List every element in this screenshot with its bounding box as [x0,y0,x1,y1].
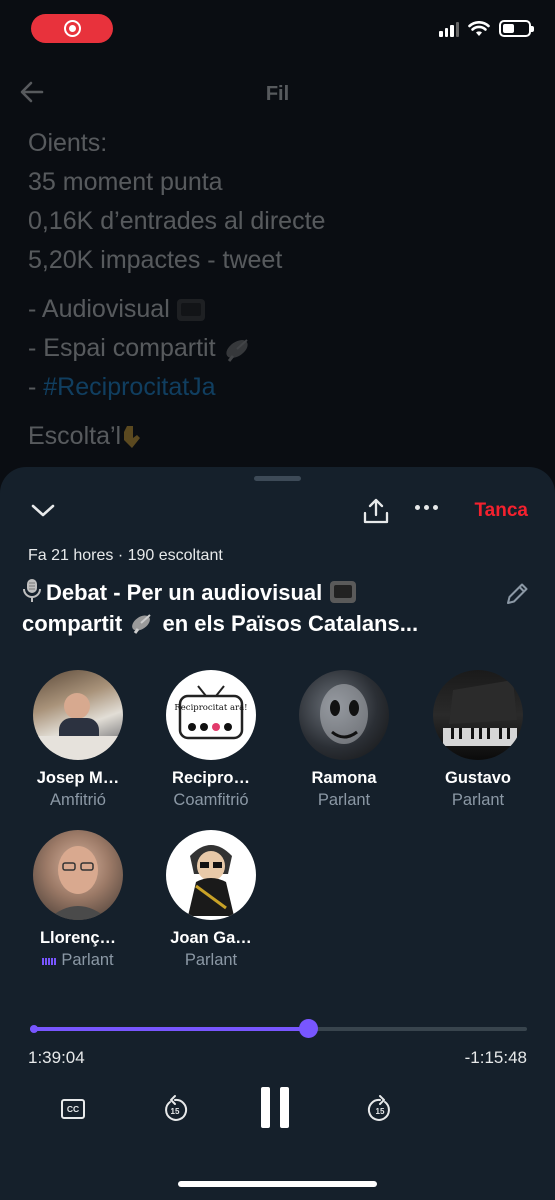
speaker-card[interactable]: Joan Ga… Parlant [151,830,271,970]
microphone-emoji-icon [23,579,41,602]
speaker-card[interactable]: Llorenç… Parlant [18,830,138,970]
sheet-handle[interactable] [254,476,301,481]
elapsed-time: 1:39:04 [28,1048,85,1067]
avatar[interactable] [433,670,523,760]
playback-controls: CC 15 15 [0,1087,555,1151]
tweet-line: - Audiovisual [28,290,555,329]
skip-back-15-icon[interactable]: 15 [162,1094,188,1122]
satellite-dish-emoji-icon [132,614,152,634]
skip-back-label: 15 [171,1107,180,1116]
battery-icon [499,20,534,37]
playback-scrubber[interactable] [30,1019,527,1038]
sheet-toolbar: Tanca [0,497,555,527]
wifi-icon [468,20,490,36]
remaining-time: -1:15:48 [464,1048,527,1067]
speaker-role: Parlant [18,951,138,970]
satellite-dish-emoji-icon [225,339,248,363]
tweet-line: 5,20K impactes - tweet [28,246,283,274]
avatar[interactable] [33,830,123,920]
tweet-line: Escolta’l [28,417,555,456]
avatar[interactable] [299,670,389,760]
status-icons [439,20,534,37]
speaker-role: Parlant [184,951,238,969]
tweet-line: - Espai compartit [28,329,555,368]
hashtag-link[interactable]: #ReciprocitatJa [43,373,215,401]
skip-forward-15-icon[interactable]: 15 [367,1094,393,1122]
speaker-name: Josep M… [36,769,120,787]
chevron-down-icon[interactable] [30,500,56,520]
pointing-down-emoji-icon [124,426,141,449]
speaker-card[interactable]: Josep M… Amfitrió [18,670,138,810]
scrubber-handle[interactable] [298,1019,318,1038]
screen-recording-indicator[interactable] [31,14,113,43]
progress-start-dot [30,1025,38,1033]
television-emoji-icon [176,299,205,322]
share-icon[interactable] [362,497,390,525]
speaker-role: Parlant [451,791,505,809]
speaker-name: Joan Ga… [170,929,252,947]
close-space-button[interactable]: Tanca [474,500,528,522]
speaker-name: Recipro… [172,769,250,787]
more-options-icon[interactable] [415,505,438,510]
speaker-name: Llorenç… [39,929,117,947]
television-emoji-icon [330,581,357,603]
avatar[interactable]: Reciprocitat ara! [166,670,256,760]
thread-header: Fil [0,60,555,124]
speaker-role: Parlant [317,791,371,809]
avatar-badge-text: Reciprocitat ara! [174,703,247,713]
screen-recording-icon [63,20,81,37]
tweet-line: 35 moment punta [28,168,223,196]
speaking-indicator-icon [42,951,57,970]
speaker-role: Coamfitrió [173,791,249,809]
speaker-card[interactable]: Reciprocitat ara! Recipro… Coamfitrió [151,670,271,810]
tweet-line: Oients: [28,129,108,157]
progress-fill [30,1027,309,1031]
status-bar [0,0,555,60]
thread-title: Fil [265,83,290,105]
background-thread: Fil Oients: 35 moment punta 0,16K d’entr… [0,60,555,480]
avatar[interactable] [33,670,123,760]
space-meta: Fa 21 hores · 190 escoltant [28,547,223,564]
speaker-card[interactable]: Gustavo Parlant [418,670,538,810]
avatar[interactable] [166,830,256,920]
captions-button[interactable]: CC [61,1099,85,1119]
tweet-body: Oients: 35 moment punta 0,16K d’entrades… [0,124,555,456]
tweet-line: - #ReciprocitatJa [28,373,216,401]
home-indicator[interactable] [178,1181,377,1187]
pause-button[interactable] [261,1087,289,1128]
space-sheet: Tanca Fa 21 hores · 190 escoltant Debat … [0,467,555,1200]
cellular-signal-icon [439,21,459,37]
tweet-line: 0,16K d’entrades al directe [28,207,326,235]
speaker-name: Gustavo [444,769,512,787]
speaker-name: Ramona [311,769,377,787]
speaker-role: Amfitrió [50,791,106,809]
edit-pencil-icon[interactable] [503,580,531,608]
skip-forward-label: 15 [376,1107,385,1116]
space-title: Debat - Per un audiovisual compartit en … [22,577,492,639]
speaker-card[interactable]: Ramona Parlant [284,670,404,810]
